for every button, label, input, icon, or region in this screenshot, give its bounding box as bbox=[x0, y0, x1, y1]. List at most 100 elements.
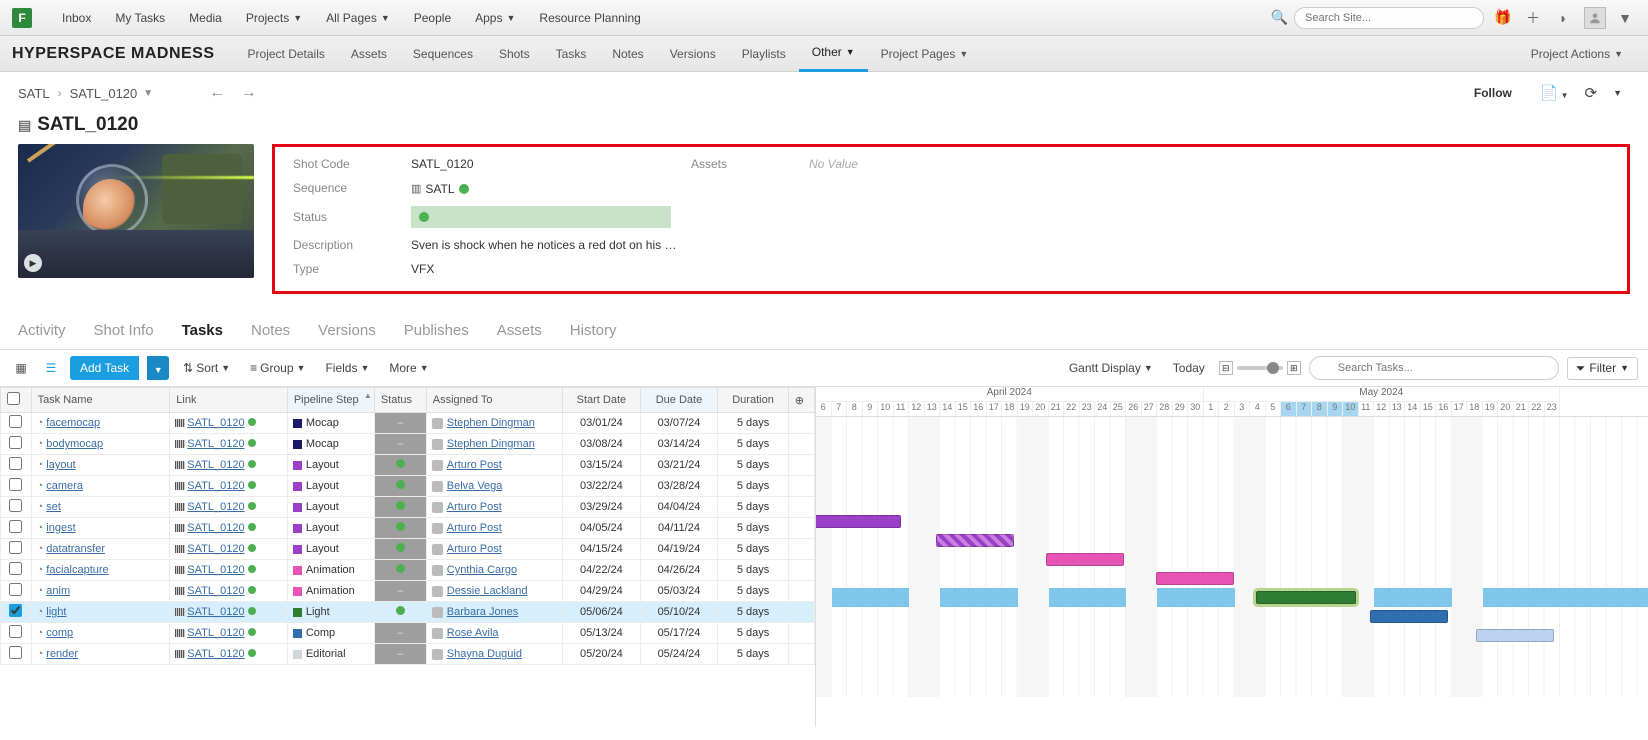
table-row[interactable]: ◔ setSATL_0120 LayoutArturo Post03/29/24… bbox=[1, 497, 815, 518]
projnav-sequences[interactable]: Sequences bbox=[400, 36, 486, 72]
topnav-inbox[interactable]: Inbox bbox=[50, 11, 103, 25]
task-name-link[interactable]: facialcapture bbox=[46, 564, 108, 576]
tab-tasks[interactable]: Tasks bbox=[182, 314, 223, 349]
assignee-link[interactable]: Shayna Duguid bbox=[432, 648, 557, 660]
tab-shot-info[interactable]: Shot Info bbox=[94, 314, 154, 349]
row-checkbox[interactable] bbox=[9, 583, 22, 596]
tab-activity[interactable]: Activity bbox=[18, 314, 66, 349]
table-row[interactable]: ◔ datatransferSATL_0120 LayoutArturo Pos… bbox=[1, 539, 815, 560]
sort-menu[interactable]: ⇅ Sort ▼ bbox=[177, 361, 236, 375]
moon-icon[interactable]: ◗ bbox=[1552, 10, 1574, 26]
task-link[interactable]: SATL_0120 bbox=[187, 606, 244, 618]
table-row[interactable]: ◔ bodymocapSATL_0120 Mocap–Stephen Dingm… bbox=[1, 434, 815, 455]
breadcrumb-shot[interactable]: SATL_0120 bbox=[70, 86, 138, 101]
task-link[interactable]: SATL_0120 bbox=[187, 501, 244, 513]
task-link[interactable]: SATL_0120 bbox=[187, 585, 244, 597]
task-name-link[interactable]: datatransfer bbox=[46, 543, 105, 555]
breadcrumb-sequence[interactable]: SATL bbox=[18, 86, 50, 101]
task-link[interactable]: SATL_0120 bbox=[187, 438, 244, 450]
row-checkbox[interactable] bbox=[9, 436, 22, 449]
file-icon[interactable]: 📄▼ bbox=[1540, 84, 1569, 102]
topnav-people[interactable]: People bbox=[402, 11, 463, 25]
task-name-link[interactable]: anim bbox=[46, 585, 70, 597]
gift-icon[interactable]: 🎁 bbox=[1492, 9, 1514, 26]
add-task-caret[interactable]: ▼ bbox=[147, 356, 169, 380]
col-due-date[interactable]: Due Date bbox=[640, 388, 718, 413]
projnav-project-pages[interactable]: Project Pages ▼ bbox=[868, 36, 982, 72]
task-name-link[interactable]: light bbox=[46, 606, 66, 618]
assignee-link[interactable]: Barbara Jones bbox=[432, 606, 557, 618]
project-actions-menu[interactable]: Project Actions▼ bbox=[1518, 36, 1636, 72]
col-start-date[interactable]: Start Date bbox=[563, 388, 641, 413]
task-name-link[interactable]: ingest bbox=[46, 522, 75, 534]
value-sequence[interactable]: ▥SATL bbox=[411, 181, 691, 196]
topnav-apps[interactable]: Apps ▼ bbox=[463, 11, 527, 25]
task-link[interactable]: SATL_0120 bbox=[187, 564, 244, 576]
tab-history[interactable]: History bbox=[570, 314, 617, 349]
tasks-search-input[interactable] bbox=[1309, 356, 1559, 380]
row-checkbox[interactable] bbox=[9, 541, 22, 554]
topnav-projects[interactable]: Projects ▼ bbox=[234, 11, 314, 25]
zoom-in-icon[interactable]: ⊞ bbox=[1287, 361, 1301, 375]
col-task-name[interactable]: Task Name bbox=[31, 388, 170, 413]
gantt-bar[interactable] bbox=[1156, 572, 1234, 585]
task-link[interactable]: SATL_0120 bbox=[187, 543, 244, 555]
value-type[interactable]: VFX bbox=[411, 262, 691, 276]
topnav-resource-planning[interactable]: Resource Planning bbox=[527, 11, 652, 25]
tab-notes[interactable]: Notes bbox=[251, 314, 290, 349]
table-row[interactable]: ◔ facemocapSATL_0120 Mocap–Stephen Dingm… bbox=[1, 413, 815, 434]
tab-versions[interactable]: Versions bbox=[318, 314, 376, 349]
play-icon[interactable]: ▶ bbox=[24, 254, 42, 272]
task-name-link[interactable]: facemocap bbox=[46, 417, 100, 429]
tab-assets[interactable]: Assets bbox=[497, 314, 542, 349]
task-name-link[interactable]: layout bbox=[46, 459, 75, 471]
app-logo[interactable]: F bbox=[12, 8, 32, 28]
tab-publishes[interactable]: Publishes bbox=[404, 314, 469, 349]
task-name-link[interactable]: camera bbox=[46, 480, 83, 492]
nav-next-icon[interactable]: → bbox=[241, 84, 257, 101]
add-task-button[interactable]: Add Task bbox=[70, 356, 139, 380]
table-row[interactable]: ◔ animSATL_0120 Animation–Dessie Lacklan… bbox=[1, 581, 815, 602]
add-column-button[interactable]: ⊕ bbox=[788, 388, 814, 413]
col-link[interactable]: Link bbox=[170, 388, 288, 413]
filter-button[interactable]: ⏷Filter▼ bbox=[1567, 357, 1638, 380]
gantt-bar[interactable] bbox=[1046, 553, 1124, 566]
assignee-link[interactable]: Arturo Post bbox=[432, 522, 557, 534]
task-name-link[interactable]: bodymocap bbox=[46, 438, 103, 450]
gantt-display-menu[interactable]: Gantt Display ▼ bbox=[1063, 361, 1159, 375]
row-checkbox[interactable] bbox=[9, 604, 22, 617]
more-menu[interactable]: More ▼ bbox=[383, 361, 434, 375]
grid-view-icon[interactable]: ▦ bbox=[10, 357, 32, 379]
zoom-out-icon[interactable]: ⊟ bbox=[1219, 361, 1233, 375]
group-menu[interactable]: ≡ Group ▼ bbox=[244, 361, 311, 375]
task-link[interactable]: SATL_0120 bbox=[187, 627, 244, 639]
projnav-other[interactable]: Other ▼ bbox=[799, 36, 868, 72]
row-checkbox[interactable] bbox=[9, 478, 22, 491]
value-description[interactable]: Sven is shock when he notices a red dot … bbox=[411, 238, 1609, 252]
select-all-checkbox[interactable] bbox=[1, 388, 32, 413]
row-checkbox[interactable] bbox=[9, 625, 22, 638]
list-view-icon[interactable]: ☰ bbox=[40, 357, 62, 379]
topnav-media[interactable]: Media bbox=[177, 11, 234, 25]
gantt-bar[interactable] bbox=[1370, 610, 1448, 623]
breadcrumb-caret[interactable]: ▼ bbox=[143, 88, 153, 99]
search-icon[interactable]: 🔍 bbox=[1271, 9, 1288, 26]
assignee-link[interactable]: Rose Avila bbox=[432, 627, 557, 639]
value-assets[interactable]: No Value bbox=[809, 157, 1609, 171]
assignee-link[interactable]: Arturo Post bbox=[432, 501, 557, 513]
nav-prev-icon[interactable]: ← bbox=[209, 84, 225, 101]
task-link[interactable]: SATL_0120 bbox=[187, 648, 244, 660]
task-link[interactable]: SATL_0120 bbox=[187, 522, 244, 534]
shot-thumbnail[interactable]: ▶ bbox=[18, 144, 254, 278]
task-link[interactable]: SATL_0120 bbox=[187, 459, 244, 471]
fields-menu[interactable]: Fields ▼ bbox=[319, 361, 375, 375]
table-row[interactable]: ◔ lightSATL_0120 LightBarbara Jones05/06… bbox=[1, 602, 815, 623]
projnav-tasks[interactable]: Tasks bbox=[543, 36, 600, 72]
gantt-bar[interactable] bbox=[936, 534, 1014, 547]
table-row[interactable]: ◔ cameraSATL_0120 LayoutBelva Vega03/22/… bbox=[1, 476, 815, 497]
gantt-chart[interactable]: ⋮⋮ April 2024May 2024 678910111213141516… bbox=[816, 387, 1648, 727]
assignee-link[interactable]: Arturo Post bbox=[432, 459, 557, 471]
row-checkbox[interactable] bbox=[9, 646, 22, 659]
today-button[interactable]: Today bbox=[1167, 361, 1211, 375]
assignee-link[interactable]: Belva Vega bbox=[432, 480, 557, 492]
